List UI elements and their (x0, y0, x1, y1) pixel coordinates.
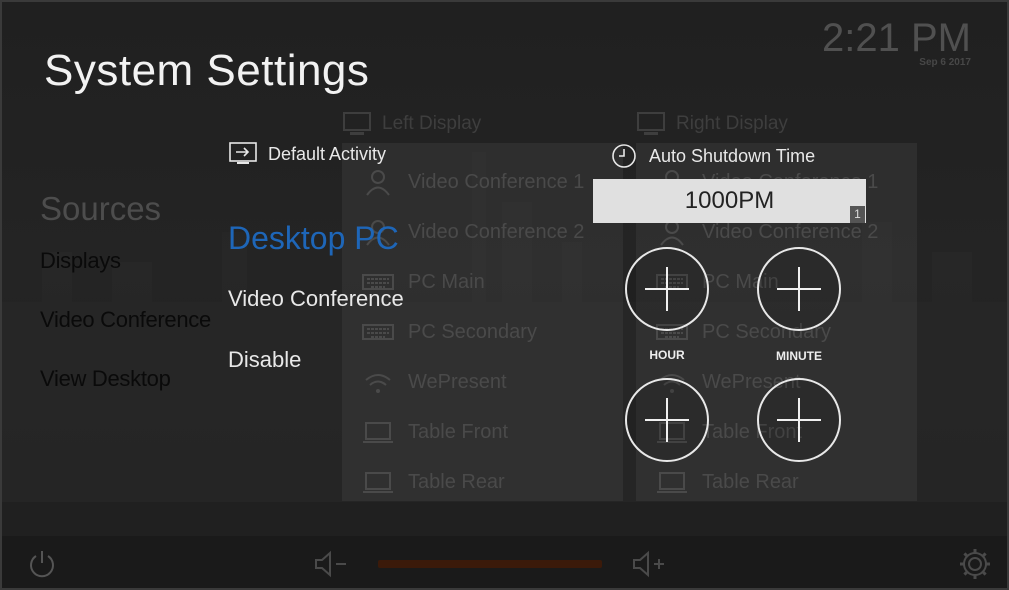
plus-icon (777, 398, 821, 442)
right-display-title: Right Display (676, 113, 788, 134)
nav-section-sources[interactable]: Sources (40, 190, 211, 228)
nav-item-displays[interactable]: Displays (40, 248, 211, 274)
hour-label: HOUR (649, 348, 685, 362)
page-title: System Settings (44, 46, 370, 95)
source-label: Table Rear (702, 470, 799, 493)
volume-up-icon[interactable] (632, 550, 668, 578)
clock-time: 2:21 PM (822, 16, 971, 60)
gear-icon[interactable] (957, 546, 993, 582)
plus-icon (645, 267, 689, 311)
auto-shutdown-header: Auto Shutdown Time (611, 143, 815, 169)
laptop-icon (363, 472, 393, 493)
source-label: Video Conference 1 (408, 170, 585, 193)
source-label: PC Main (408, 270, 485, 293)
system-settings-screen: System Settings 2:21 PM Sep 6 2017 Sourc… (0, 0, 1009, 590)
left-display-header: Left Display (342, 111, 481, 137)
hour-decrement-button[interactable] (625, 378, 709, 462)
source-item[interactable]: Table Front (362, 407, 584, 457)
side-nav: Sources Displays Video Conference View D… (40, 190, 211, 425)
clock-icon (612, 144, 636, 168)
minute-label: MINUTE (776, 349, 822, 363)
volume-slider[interactable] (378, 560, 602, 568)
time-field-badge: 1 (850, 206, 865, 223)
auto-shutdown-title: Auto Shutdown Time (649, 145, 816, 166)
source-label: Video Conference 2 (408, 220, 585, 243)
source-label: Table Front (408, 420, 509, 443)
plus-icon (777, 267, 821, 311)
nav-item-view-desktop[interactable]: View Desktop (40, 366, 211, 392)
laptop-icon (657, 472, 687, 493)
right-display-header: Right Display (636, 111, 788, 137)
source-item[interactable]: WePresent (362, 357, 584, 407)
source-item[interactable]: Table Rear (362, 457, 584, 507)
bottom-bar (2, 536, 1007, 588)
source-item[interactable]: PC Secondary (362, 307, 584, 357)
hour-increment-button[interactable] (625, 247, 709, 331)
monitor-icon (343, 112, 371, 135)
plus-icon (645, 398, 689, 442)
minute-increment-button[interactable] (757, 247, 841, 331)
activity-option-video-conference[interactable]: Video Conference (228, 286, 404, 312)
shutdown-time-field[interactable]: 1000PM (593, 179, 866, 223)
activity-option-disable[interactable]: Disable (228, 347, 301, 373)
left-display-panel: Left Display Video Conference 1 Video Co… (342, 112, 623, 501)
source-label: WePresent (408, 370, 507, 393)
nav-item-video-conference[interactable]: Video Conference (40, 307, 211, 333)
minute-decrement-button[interactable] (757, 378, 841, 462)
volume-down-icon[interactable] (314, 550, 350, 578)
person-icon (366, 170, 390, 196)
wifi-icon (365, 374, 391, 393)
source-item[interactable]: Table Rear (656, 457, 878, 507)
monitor-icon (637, 112, 665, 135)
source-label: Table Rear (408, 470, 505, 493)
default-activity-header: Default Activity (228, 141, 386, 167)
power-icon[interactable] (26, 548, 58, 580)
keyboard-icon (362, 324, 394, 340)
default-activity-title: Default Activity (268, 143, 387, 164)
source-label: PC Secondary (408, 320, 537, 343)
left-source-list: Video Conference 1 Video Conference 2 PC… (362, 157, 584, 507)
activity-option-desktop-pc[interactable]: Desktop PC (228, 220, 399, 257)
left-display-title: Left Display (382, 113, 482, 134)
clock: 2:21 PM Sep 6 2017 (822, 16, 971, 68)
input-source-icon (229, 142, 257, 164)
source-label: Video Conference 2 (702, 220, 879, 243)
laptop-icon (363, 422, 393, 443)
source-item[interactable]: Video Conference 1 (362, 157, 584, 207)
